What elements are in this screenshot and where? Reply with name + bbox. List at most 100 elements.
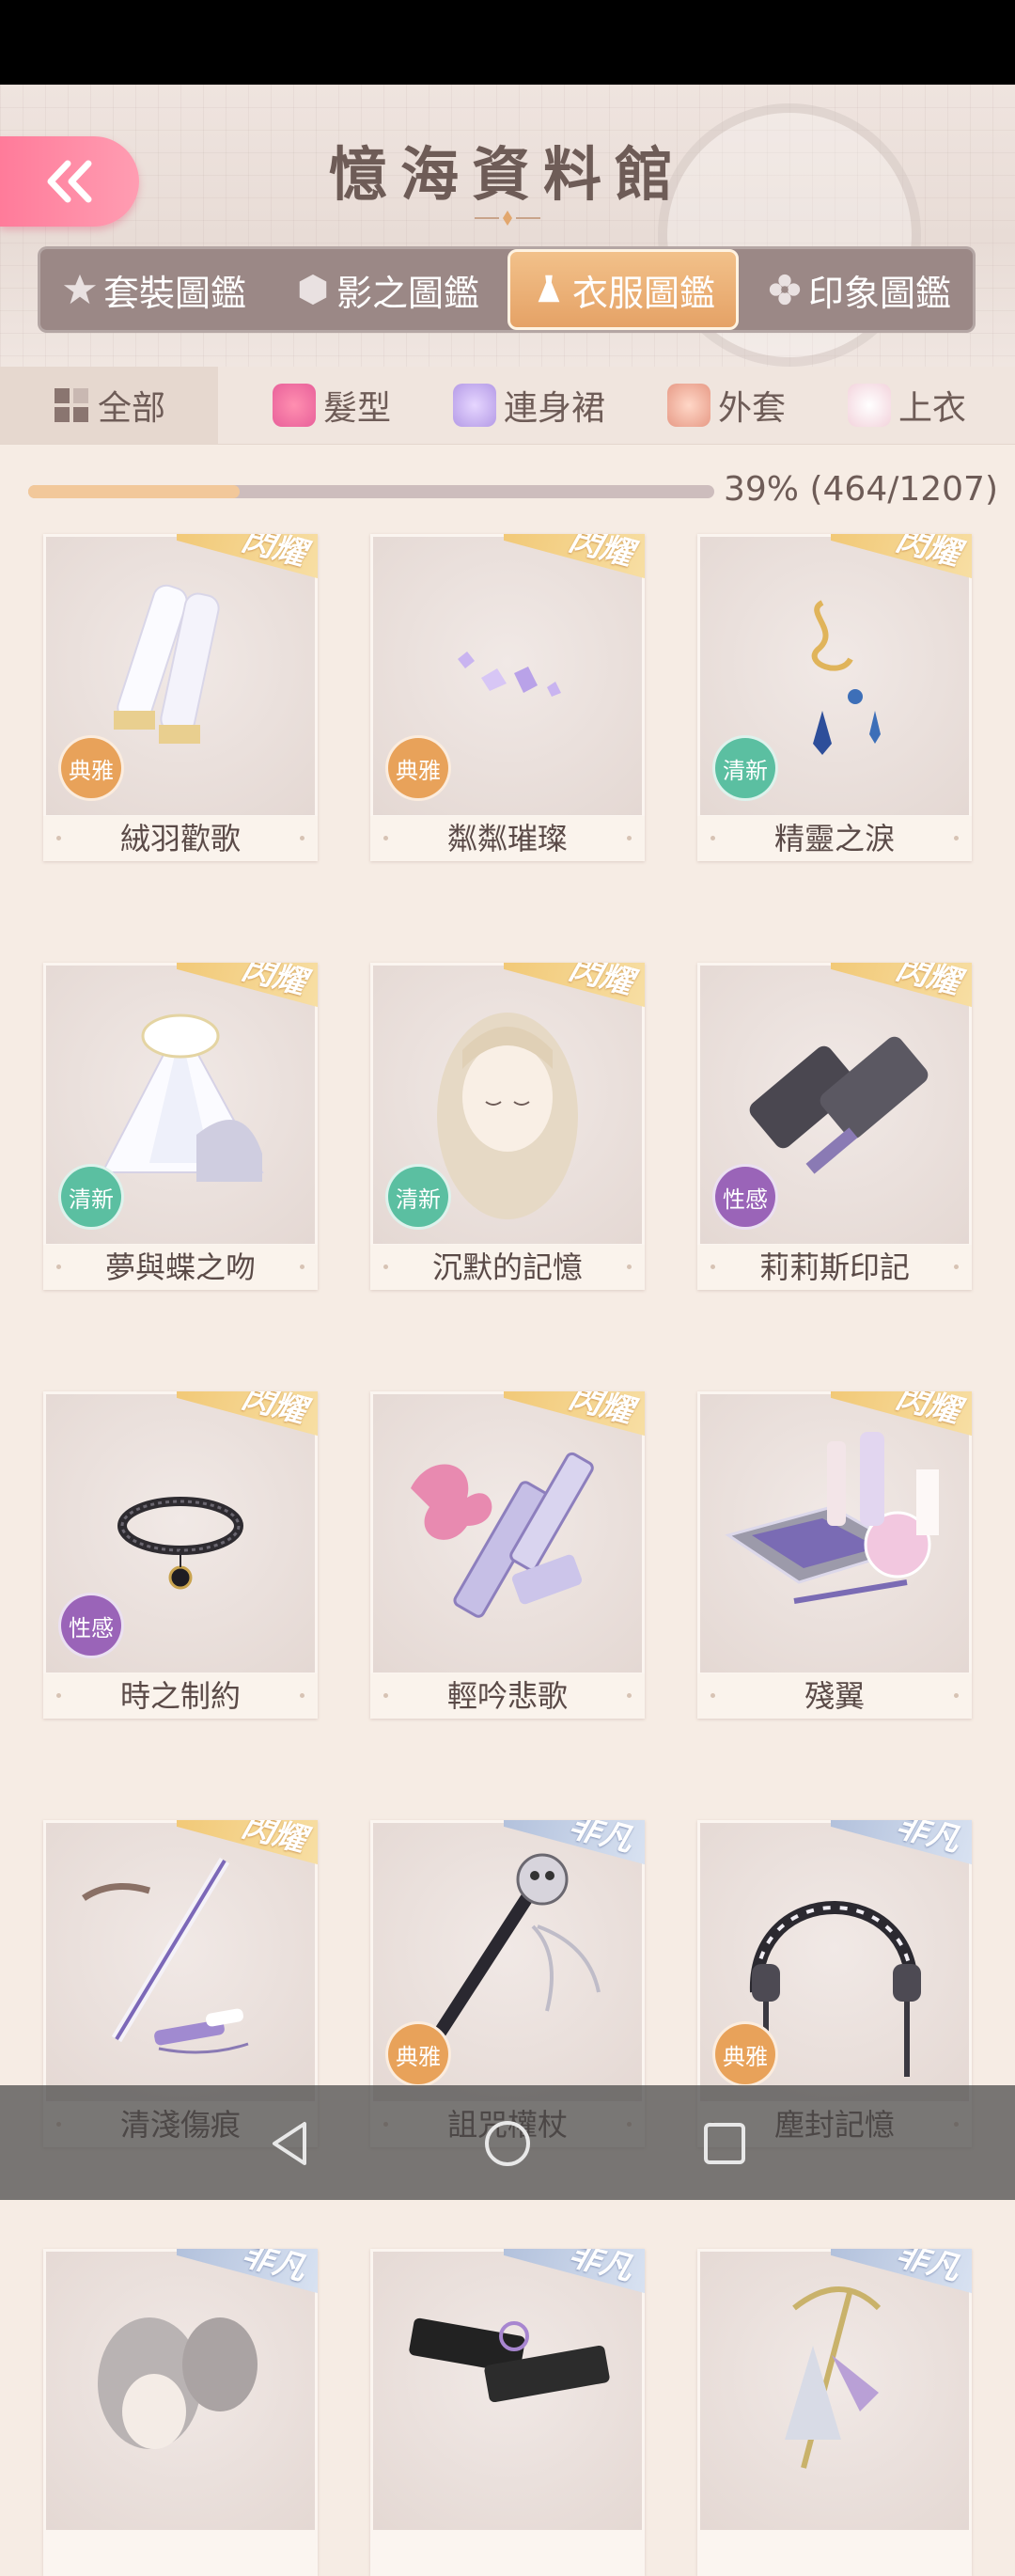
rarity-label: 閃耀 [177,1820,318,1870]
rarity-ribbon: 非凡 [831,2249,972,2315]
rarity-label: 非凡 [504,2249,645,2299]
rarity-ribbon: 閃耀 [831,534,972,600]
tab-label: 套裝圖鑑 [102,272,246,314]
status-bar [0,0,1015,85]
rarity-ribbon: 閃耀 [177,963,318,1029]
rarity-label: 閃耀 [831,534,972,584]
rarity-ribbon: 閃耀 [177,1391,318,1457]
tab-shadow-collection[interactable]: 影之圖鑑 [274,252,500,327]
item-card[interactable]: 閃耀典雅粼粼璀璨 [370,534,645,861]
rarity-label: 閃耀 [831,963,972,1013]
title-ornament-icon [475,211,540,226]
rarity-ribbon: 閃耀 [504,534,645,600]
item-card[interactable]: 閃耀輕吟悲歌 [370,1391,645,1719]
item-card[interactable]: 閃耀典雅絨羽歡歌 [43,534,318,861]
category-hair[interactable]: 髮型 [256,367,408,444]
item-name: 輕吟悲歌 [370,1673,645,1719]
item-name: 粼粼璀璨 [370,816,645,861]
rarity-ribbon: 閃耀 [504,963,645,1029]
grid-icon [54,388,88,422]
collection-progress-bar [28,485,714,498]
tab-label: 印象圖鑑 [807,272,951,314]
flower-icon [769,274,801,306]
rarity-ribbon: 閃耀 [177,534,318,600]
collection-tabs: 套裝圖鑑 影之圖鑑 衣服圖鑑 印象圖鑑 [38,246,976,333]
rarity-ribbon: 非凡 [504,2249,645,2315]
item-name: 沉默的記憶 [370,1245,645,1290]
rarity-label: 閃耀 [504,534,645,584]
item-name: 殘翼 [697,1673,972,1719]
dress-icon [453,384,497,427]
style-badge: 清新 [712,735,778,801]
tab-label: 影之圖鑑 [336,272,479,314]
style-badge: 典雅 [385,2021,451,2087]
rarity-label: 閃耀 [177,1391,318,1441]
item-name: 絨羽歡歌 [43,816,318,861]
rarity-ribbon: 閃耀 [504,1391,645,1457]
item-name: 精靈之淚 [697,816,972,861]
rarity-ribbon: 非凡 [504,1820,645,1886]
rarity-label: 非凡 [831,1820,972,1870]
rarity-label: 非凡 [504,1820,645,1870]
item-card[interactable]: 閃耀清新沉默的記憶 [370,963,645,1290]
item-card[interactable]: 閃耀殘翼 [697,1391,972,1719]
rarity-ribbon: 閃耀 [831,963,972,1029]
hair-icon [273,384,316,427]
style-badge: 清新 [385,1164,451,1230]
nav-back-icon[interactable] [265,2118,316,2169]
style-badge: 典雅 [385,735,451,801]
rarity-ribbon: 非凡 [177,2249,318,2315]
system-navigation-bar [0,2085,1015,2200]
item-card[interactable]: 閃耀性感莉莉斯印記 [697,963,972,1290]
nav-recents-icon[interactable] [699,2118,750,2169]
item-card[interactable]: 非凡 [697,2249,972,2576]
rarity-label: 閃耀 [831,1391,972,1441]
category-label: 上衣 [898,389,967,428]
style-badge: 清新 [58,1164,124,1230]
shirt-icon [848,384,892,427]
rarity-label: 閃耀 [177,963,318,1013]
page-title: 憶海資料館 [328,140,686,209]
coat-icon [667,384,711,427]
item-card[interactable]: 閃耀清新精靈之淚 [697,534,972,861]
rarity-ribbon: 閃耀 [831,1391,972,1457]
item-card[interactable]: 非凡 [370,2249,645,2576]
rarity-label: 閃耀 [177,534,318,584]
category-all[interactable]: 全部 [0,367,218,444]
item-card[interactable]: 閃耀清新夢與蝶之吻 [43,963,318,1290]
style-badge: 性感 [58,1593,124,1658]
rarity-label: 非凡 [831,2249,972,2299]
item-name: 時之制約 [43,1673,318,1719]
category-label: 全部 [97,389,165,428]
category-bar: 全部 髮型 連身裙 外套 上衣 [0,367,1015,445]
rarity-ribbon: 非凡 [831,1820,972,1886]
rarity-ribbon: 閃耀 [177,1820,318,1886]
style-badge: 性感 [712,1164,778,1230]
category-top[interactable]: 上衣 [831,367,983,444]
category-label: 外套 [718,389,787,428]
item-grid: 閃耀 典雅 絨羽歡歌 閃耀 典雅 粼粼璀璨 閃耀 清新 精靈之淚 閃耀 清新 夢與蝶之吻 閃耀 清新 沉默的… [43,534,983,2576]
tab-outfit-collection[interactable]: 套裝圖鑑 [41,252,267,327]
category-coat[interactable]: 外套 [650,367,803,444]
category-label: 連身裙 [504,389,606,428]
item-name: 莉莉斯印記 [697,1245,972,1290]
item-card[interactable]: 閃耀性感時之制約 [43,1391,318,1719]
progress-text: 39% (464/1207) [724,470,999,509]
category-label: 髮型 [323,389,392,428]
tab-clothing-collection[interactable]: 衣服圖鑑 [508,249,739,330]
tab-impression-collection[interactable]: 印象圖鑑 [746,252,972,327]
hexagon-icon [299,274,327,306]
item-card[interactable]: 非凡 [43,2249,318,2576]
rarity-label: 閃耀 [504,1391,645,1441]
progress-fill [28,485,240,498]
star-icon [63,274,97,305]
rarity-label: 非凡 [177,2249,318,2299]
nav-home-icon[interactable] [482,2118,533,2169]
category-dress[interactable]: 連身裙 [436,367,622,444]
style-badge: 典雅 [712,2021,778,2087]
item-name: 夢與蝶之吻 [43,1245,318,1290]
dress-icon [538,275,560,303]
tab-label: 衣服圖鑑 [571,272,715,314]
style-badge: 典雅 [58,735,124,801]
rarity-label: 閃耀 [504,963,645,1013]
